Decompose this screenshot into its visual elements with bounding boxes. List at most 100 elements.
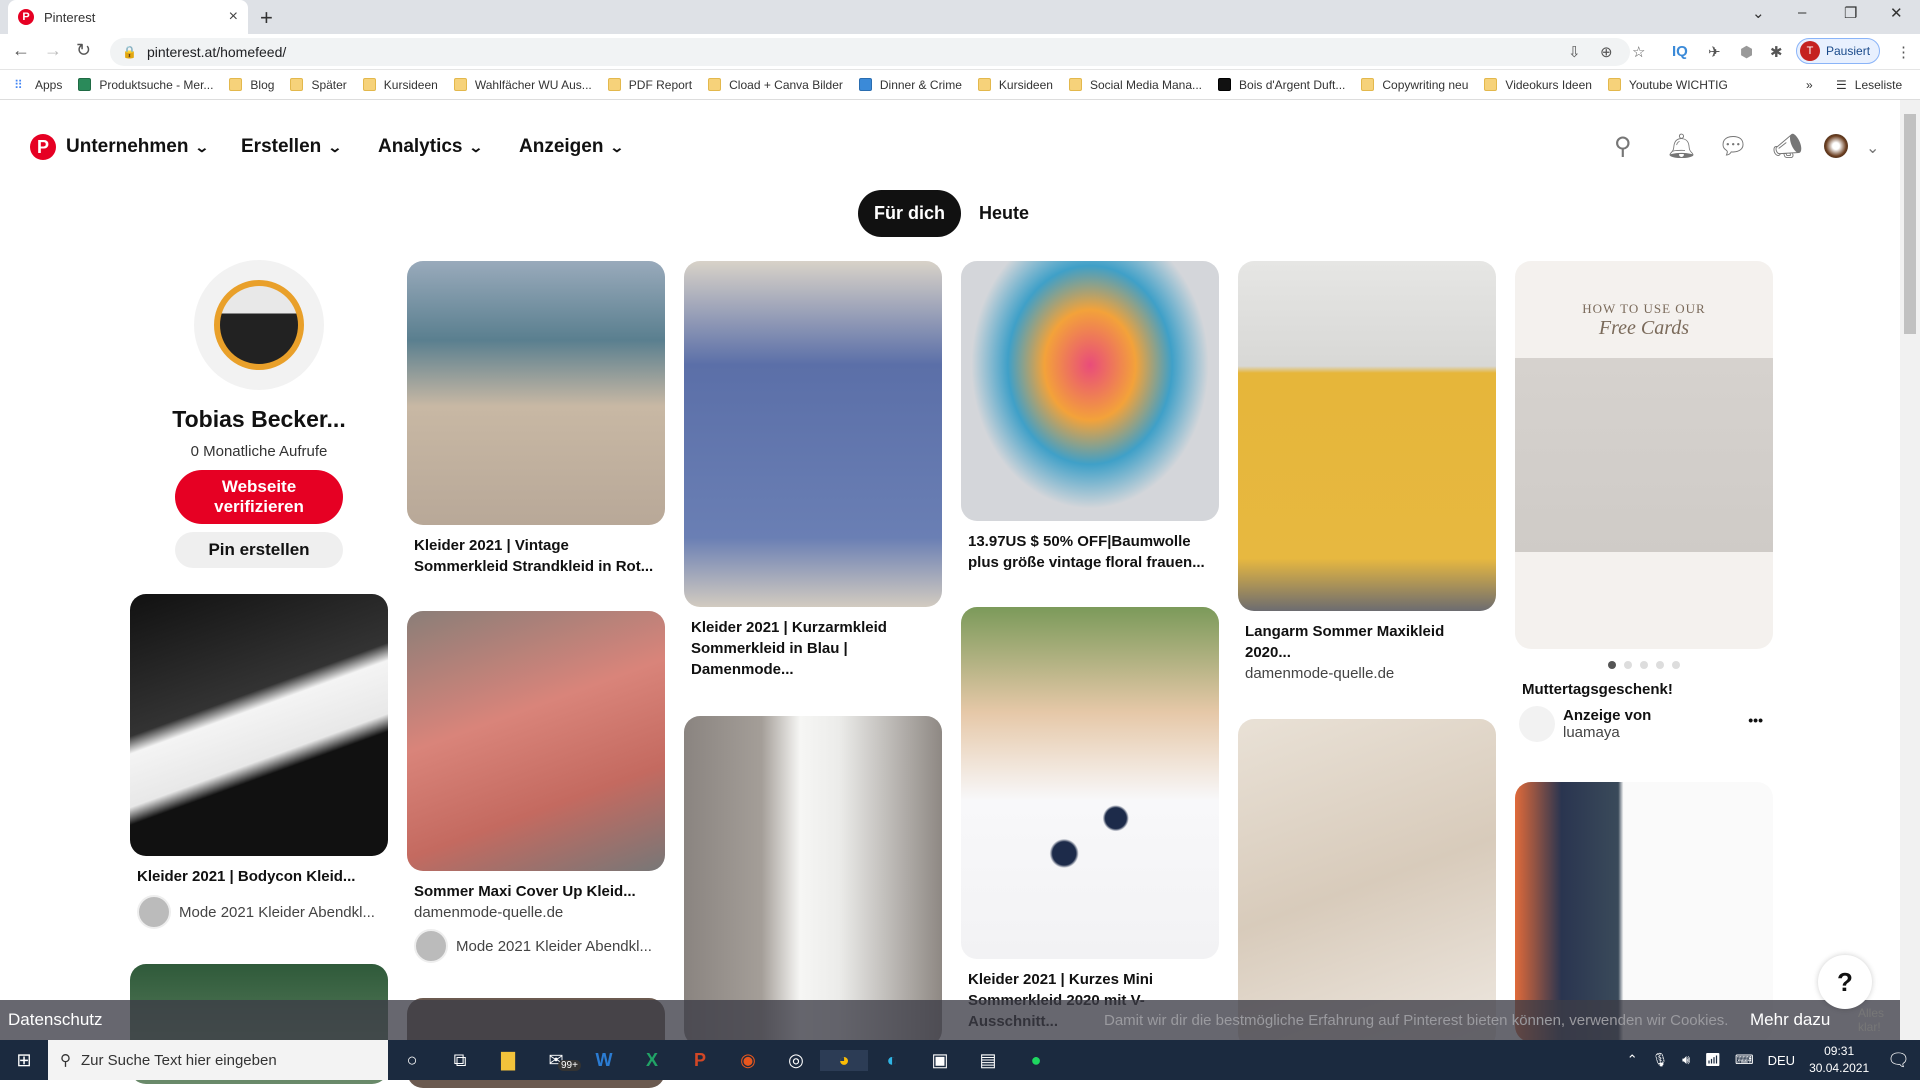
ad-attribution[interactable]: Anzeige von luamaya ••• bbox=[1515, 706, 1773, 742]
pin-image[interactable] bbox=[1238, 261, 1496, 611]
task-view-icon[interactable]: ⧉ bbox=[436, 1050, 484, 1071]
pin-caption[interactable]: Kleider 2021 | Bodycon Kleid... bbox=[130, 866, 388, 887]
help-button[interactable]: ? bbox=[1818, 955, 1872, 1009]
bookmarks-overflow-button[interactable]: » bbox=[1806, 78, 1813, 92]
file-explorer-icon[interactable]: ▇ bbox=[484, 1050, 532, 1071]
pin-caption[interactable]: Langarm Sommer Maxikleid 2020... bbox=[1238, 621, 1496, 663]
pin-card[interactable]: Kleider 2021 | Kurzes Mini Sommerkleid 2… bbox=[961, 607, 1219, 1032]
edge-icon[interactable]: ◐ bbox=[868, 1050, 916, 1071]
bookmark-apps[interactable]: ⠿ Apps bbox=[14, 78, 62, 93]
tab-search-icon[interactable]: ⌄ bbox=[1752, 4, 1765, 22]
new-tab-button[interactable]: + bbox=[260, 5, 273, 31]
extension-icon[interactable]: ✈ bbox=[1708, 43, 1721, 61]
app-icon[interactable]: ▤ bbox=[964, 1050, 1012, 1071]
carousel-dot-active[interactable] bbox=[1608, 661, 1616, 669]
pin-image[interactable] bbox=[961, 261, 1219, 521]
avatar[interactable] bbox=[1824, 134, 1848, 158]
iq-extension-icon[interactable]: IQ bbox=[1672, 43, 1688, 60]
pin-image[interactable] bbox=[684, 716, 942, 1046]
create-pin-button[interactable]: Pin erstellen bbox=[175, 532, 343, 568]
pin-caption[interactable]: Muttertagsgeschenk! bbox=[1515, 679, 1773, 700]
taskbar-search[interactable]: ⚲ Zur Suche Text hier eingeben bbox=[48, 1040, 388, 1080]
pin-image[interactable] bbox=[130, 594, 388, 856]
advertiser-name[interactable]: luamaya bbox=[1563, 724, 1651, 741]
notifications-icon[interactable]: 🗨︎ bbox=[1887, 1050, 1910, 1071]
obs-icon[interactable]: ◎ bbox=[772, 1050, 820, 1071]
bookmark-folder[interactable]: Videokurs Ideen bbox=[1484, 78, 1592, 92]
cortana-icon[interactable]: ○ bbox=[388, 1050, 436, 1071]
pin-image[interactable] bbox=[407, 261, 665, 525]
browser-tab[interactable]: P Pinterest × bbox=[8, 0, 248, 34]
mail-icon[interactable]: ✉ 99+ bbox=[532, 1050, 581, 1071]
carousel-dot[interactable] bbox=[1640, 661, 1648, 669]
nav-anzeigen[interactable]: Anzeigen ⌄ bbox=[519, 136, 625, 158]
windows-start-icon[interactable]: ⊞ bbox=[0, 1050, 48, 1071]
bookmark-star-icon[interactable]: ☆ bbox=[1632, 43, 1645, 61]
app-icon[interactable]: ▣ bbox=[916, 1050, 964, 1071]
pin-image[interactable] bbox=[407, 611, 665, 871]
more-options-icon[interactable]: ••• bbox=[1748, 712, 1763, 728]
carousel-dot[interactable] bbox=[1656, 661, 1664, 669]
pin-board[interactable]: Mode 2021 Kleider Abendkl... bbox=[407, 929, 665, 963]
tab-heute[interactable]: Heute bbox=[961, 190, 1047, 237]
bookmark-folder[interactable]: Wahlfächer WU Aus... bbox=[453, 78, 592, 92]
bookmark-folder[interactable]: Kursideen bbox=[362, 78, 438, 92]
pin-board[interactable]: Mode 2021 Kleider Abendkl... bbox=[130, 895, 388, 929]
pin-image[interactable] bbox=[684, 261, 942, 607]
extensions-puzzle-icon[interactable]: ✱ bbox=[1770, 43, 1783, 61]
volume-icon[interactable]: 🔊︎ bbox=[1682, 1052, 1690, 1068]
forward-icon[interactable]: → bbox=[44, 40, 62, 61]
address-bar[interactable]: 🔒 pinterest.at/homefeed/ bbox=[110, 38, 1630, 66]
pin-image[interactable] bbox=[961, 607, 1219, 959]
pinterest-logo-icon[interactable]: P bbox=[30, 134, 56, 160]
learn-more-link[interactable]: Mehr dazu bbox=[1750, 1010, 1830, 1030]
clock[interactable]: 09:31 30.04.2021 bbox=[1809, 1043, 1869, 1077]
bookmark-folder[interactable]: Später bbox=[290, 78, 347, 92]
pin-card[interactable] bbox=[684, 716, 942, 1046]
pin-card[interactable]: Kleider 2021 | Bodycon Kleid... Mode 202… bbox=[130, 594, 388, 929]
bookmark-item[interactable]: Bois d'Argent Duft... bbox=[1218, 78, 1345, 92]
excel-icon[interactable]: X bbox=[628, 1050, 676, 1071]
close-window-button[interactable]: ✕ bbox=[1890, 4, 1903, 22]
tray-overflow-icon[interactable]: ⌃ bbox=[1627, 1052, 1638, 1068]
menu-kebab-icon[interactable]: ⋮ bbox=[1896, 43, 1911, 61]
word-icon[interactable]: W bbox=[580, 1050, 628, 1071]
bookmark-folder[interactable]: Kursideen bbox=[977, 78, 1053, 92]
bookmark-item[interactable]: Dinner & Crime bbox=[858, 78, 962, 92]
keyboard-icon[interactable]: ⌨ bbox=[1735, 1052, 1754, 1068]
pin-image[interactable]: HOW TO USE OUR Free Cards bbox=[1515, 261, 1773, 649]
powerpoint-icon[interactable]: P bbox=[676, 1050, 724, 1071]
profile-avatar[interactable] bbox=[194, 260, 324, 390]
bookmark-folder[interactable]: Copywriting neu bbox=[1361, 78, 1468, 92]
zoom-icon[interactable]: ⊕ bbox=[1600, 43, 1613, 61]
wifi-icon[interactable]: 📶︎ bbox=[1704, 1052, 1721, 1068]
install-icon[interactable]: ⇩ bbox=[1568, 43, 1581, 61]
messages-icon[interactable]: 💬︎ bbox=[1718, 132, 1748, 161]
pin-caption[interactable]: Kleider 2021 | Kurzarmkleid Sommerkleid … bbox=[684, 617, 942, 680]
pin-card[interactable]: Langarm Sommer Maxikleid 2020... damenmo… bbox=[1238, 261, 1496, 682]
pin-source[interactable]: damenmode-quelle.de bbox=[407, 904, 665, 921]
megaphone-icon[interactable]: 📣︎ bbox=[1772, 132, 1802, 161]
bookmark-folder[interactable]: Social Media Mana... bbox=[1068, 78, 1202, 92]
spotify-icon[interactable]: ● bbox=[1012, 1050, 1060, 1071]
bookmark-folder[interactable]: Blog bbox=[229, 78, 274, 92]
bookmark-folder[interactable]: PDF Report bbox=[607, 78, 692, 92]
carousel-dot[interactable] bbox=[1624, 661, 1632, 669]
pin-card[interactable]: 13.97US $ 50% OFF|Baumwolle plus größe v… bbox=[961, 261, 1219, 573]
nav-unternehmen[interactable]: Unternehmen ⌄ bbox=[66, 136, 210, 158]
chevron-down-icon[interactable]: ⌄ bbox=[1866, 138, 1879, 158]
accept-cookies-button[interactable]: Alles klar! bbox=[1858, 1006, 1900, 1034]
adblock-icon[interactable]: ⬢ bbox=[1740, 43, 1753, 61]
pin-card[interactable]: Kleider 2021 | Kurzarmkleid Sommerkleid … bbox=[684, 261, 942, 680]
pin-card[interactable]: Sommer Maxi Cover Up Kleid... damenmode-… bbox=[407, 611, 665, 963]
profile-button[interactable]: T Pausiert bbox=[1796, 38, 1880, 64]
minimize-button[interactable]: – bbox=[1798, 4, 1806, 21]
pin-caption[interactable]: Sommer Maxi Cover Up Kleid... bbox=[407, 881, 665, 902]
tab-fuer-dich[interactable]: Für dich bbox=[858, 190, 961, 237]
bookmark-item[interactable]: Produktsuche - Mer... bbox=[78, 78, 213, 92]
back-icon[interactable]: ← bbox=[12, 40, 30, 61]
language-indicator[interactable]: DEU bbox=[1768, 1053, 1795, 1068]
search-icon[interactable]: ⚲ bbox=[1614, 132, 1632, 161]
tab-close-icon[interactable]: × bbox=[229, 8, 238, 26]
nav-erstellen[interactable]: Erstellen ⌄ bbox=[241, 136, 343, 158]
